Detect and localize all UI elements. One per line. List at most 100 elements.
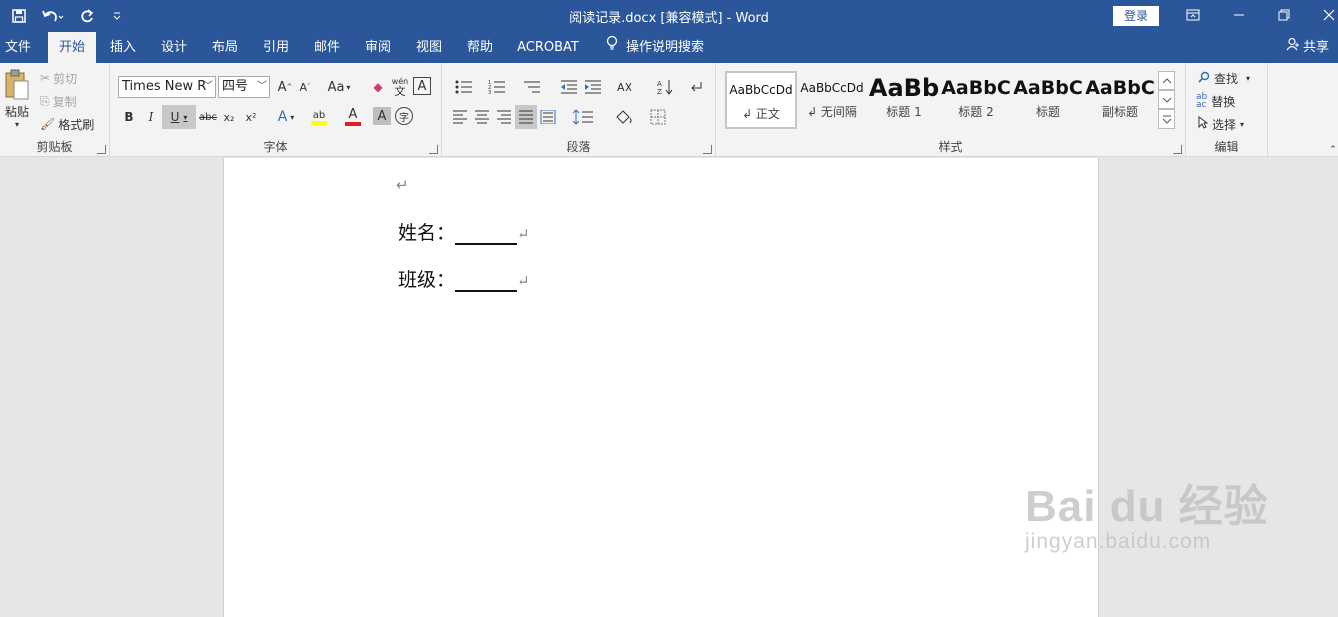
clear-formatting-icon[interactable]: ◆ — [368, 77, 388, 97]
login-button[interactable]: 登录 — [1113, 6, 1159, 26]
font-size-combo[interactable]: 四号 ﹀ — [218, 76, 270, 98]
numbering-icon[interactable]: 123 — [482, 77, 512, 97]
tab-mailings[interactable]: 邮件 — [308, 32, 346, 63]
close-icon[interactable] — [1316, 4, 1338, 26]
paragraph-launcher-icon[interactable] — [703, 145, 712, 154]
class-line[interactable]: 班级： ↵ — [398, 265, 530, 292]
name-line[interactable]: 姓名： ↵ — [398, 218, 530, 245]
collapse-ribbon-icon[interactable]: ⌃ — [1328, 145, 1338, 155]
class-label: 班级： — [398, 269, 456, 291]
styles-more-icon[interactable] — [1158, 109, 1175, 129]
clipboard-launcher-icon[interactable] — [97, 145, 106, 154]
chevron-down-icon: ▾ — [1246, 73, 1251, 83]
borders-icon[interactable] — [646, 107, 676, 127]
tab-insert[interactable]: 插入 — [104, 32, 142, 63]
style-name: 标题 — [1035, 105, 1060, 119]
tab-review[interactable]: 审阅 — [359, 32, 397, 63]
character-shading-label: A — [377, 108, 387, 124]
justify-icon[interactable] — [515, 105, 537, 129]
styles-launcher-icon[interactable] — [1173, 145, 1182, 154]
bullets-icon[interactable] — [450, 77, 478, 97]
style-name: ↲ 无间隔 — [807, 105, 857, 119]
tab-home[interactable]: 开始 — [48, 32, 96, 63]
shading-icon[interactable] — [610, 107, 640, 127]
tab-file[interactable]: 文件 — [0, 32, 36, 63]
phonetic-guide-button[interactable]: wén 文 — [390, 75, 410, 99]
chinese-layout-icon[interactable]: A — [612, 77, 642, 97]
align-left-icon[interactable] — [450, 107, 470, 127]
strikethrough-button[interactable]: abc — [198, 107, 218, 127]
ribbon-display-options-icon[interactable] — [1180, 4, 1206, 26]
highlight-color-button[interactable]: ab — [304, 107, 334, 127]
select-label: 选择 — [1212, 117, 1237, 132]
restore-icon[interactable] — [1271, 4, 1297, 26]
ribbon: 粘贴 ▾ ✂ 剪切 ⎘ 复制 🖌 格式刷 剪贴板 Times New R ﹀ 四… — [0, 63, 1338, 157]
align-center-icon[interactable] — [472, 107, 492, 127]
watermark-logo-text: Bai du 经验 — [1025, 482, 1269, 531]
subscript-button[interactable]: x₂ — [220, 107, 238, 127]
multilevel-list-icon[interactable] — [516, 77, 548, 97]
tab-view[interactable]: 视图 — [410, 32, 448, 63]
find-button[interactable]: 查找 ▾ — [1198, 69, 1250, 87]
bold-button[interactable]: B — [120, 107, 138, 127]
cut-button[interactable]: ✂ 剪切 — [40, 69, 77, 87]
change-case-button[interactable]: Aa ▾ — [324, 77, 354, 97]
class-blank[interactable] — [455, 270, 518, 292]
highlighter-icon: ab — [312, 109, 326, 121]
name-blank[interactable] — [455, 223, 518, 245]
styles-scroll-down-icon[interactable] — [1158, 90, 1175, 109]
copy-button[interactable]: ⎘ 复制 — [40, 92, 77, 110]
style-no-spacing[interactable]: AaBbCcDd ↲ 无间隔 — [796, 71, 868, 129]
font-color-button[interactable]: A — [338, 107, 368, 127]
align-right-icon[interactable] — [494, 107, 514, 127]
font-launcher-icon[interactable] — [429, 145, 438, 154]
tab-layout[interactable]: 布局 — [206, 32, 244, 63]
tab-help[interactable]: 帮助 — [461, 32, 499, 63]
style-subtitle[interactable]: AaBbC 副标题 — [1084, 71, 1156, 129]
chevron-down-icon: ▾ — [14, 120, 19, 129]
style-title[interactable]: AaBbC 标题 — [1012, 71, 1084, 129]
superscript-button[interactable]: x² — [242, 107, 260, 127]
increase-indent-icon[interactable] — [582, 77, 604, 97]
select-button[interactable]: 选择 ▾ — [1198, 115, 1244, 133]
tab-acrobat[interactable]: ACROBAT — [512, 32, 584, 63]
distributed-icon[interactable] — [538, 107, 558, 127]
underline-button[interactable]: U ▾ — [162, 105, 196, 129]
style-heading-2[interactable]: AaBbC 标题 2 — [940, 71, 1012, 129]
document-page[interactable]: ↵ 姓名： ↵ 班级： ↵ — [223, 158, 1099, 617]
tell-me-search[interactable]: 操作说明搜索 — [606, 32, 704, 63]
show-hide-marks-icon[interactable] — [686, 77, 706, 97]
share-button[interactable]: 共享 — [1286, 32, 1329, 63]
character-shading-button[interactable]: A — [373, 107, 391, 125]
decrease-indent-icon[interactable] — [558, 77, 580, 97]
paste-button[interactable]: 粘贴 ▾ — [2, 69, 32, 135]
format-painter-button[interactable]: 🖌 格式刷 — [40, 115, 94, 133]
character-border-button[interactable]: A — [413, 77, 431, 95]
style-sample: AaBbC — [941, 77, 1011, 99]
grow-font-icon[interactable]: A ^ — [276, 77, 294, 97]
sort-icon[interactable]: AZ — [654, 77, 676, 97]
text-effects-button[interactable]: A ▾ — [272, 107, 300, 127]
tab-references[interactable]: 引用 — [257, 32, 295, 63]
copy-label: 复制 — [52, 94, 77, 109]
italic-button[interactable]: I — [142, 107, 160, 127]
tab-design[interactable]: 设计 — [155, 32, 193, 63]
styles-scroll-up-icon[interactable] — [1158, 71, 1175, 90]
format-painter-label: 格式刷 — [58, 117, 95, 132]
title-bar: 阅读记录.docx [兼容模式] - Word 登录 — [0, 0, 1338, 32]
minimize-icon[interactable] — [1226, 4, 1252, 26]
editing-group-label: 编辑 — [1214, 140, 1239, 154]
style-heading-1[interactable]: AaBb 标题 1 — [868, 71, 940, 129]
replace-button[interactable]: ab ac 替换 — [1196, 92, 1235, 110]
style-normal[interactable]: AaBbCcDd ↲ 正文 — [725, 71, 797, 129]
paragraph-group-label: 段落 — [566, 140, 591, 154]
subscript-label: x₂ — [223, 110, 235, 124]
enclose-characters-button[interactable]: 字 — [395, 107, 413, 125]
font-name-combo[interactable]: Times New R ﹀ — [118, 76, 216, 98]
shrink-font-icon[interactable]: Aˇ — [296, 77, 314, 97]
bold-label: B — [124, 110, 134, 124]
chevron-down-icon: ﹀ — [257, 81, 267, 92]
styles-group: AaBbCcDd ↲ 正文 AaBbCcDd ↲ 无间隔 AaBb 标题 1 A… — [716, 63, 1186, 157]
line-spacing-icon[interactable] — [568, 107, 598, 127]
paragraph-mark: ↵ — [517, 272, 530, 290]
